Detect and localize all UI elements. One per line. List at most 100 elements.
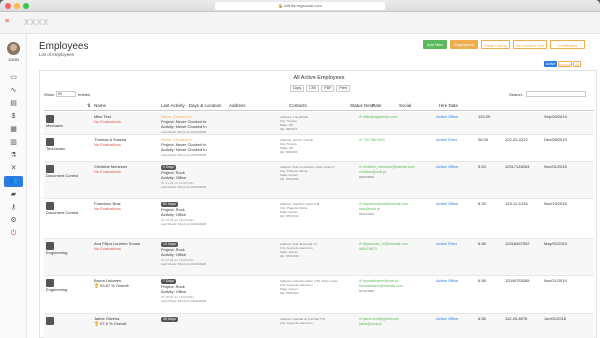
status-desc: Active Field xyxy=(436,241,457,246)
filter-inactive-toggle[interactable]: Inactive xyxy=(558,61,572,67)
status-desc: Active Office xyxy=(436,164,459,169)
browser-titlebar: 🔒 infinity.hsgsocial.com xyxy=(0,0,600,12)
last-check: Last Check: 09-14 am 01/22/2020 xyxy=(161,153,207,157)
table-row[interactable]: Mechanic Mike Test No Evaluations Never Clo… xyxy=(44,112,594,135)
hire-date: Nov/01/2018 xyxy=(544,164,567,169)
show-label: Show xyxy=(44,91,55,97)
last-check: Last Check: 09-14 am 01/22/2020 xyxy=(161,299,207,303)
hamburger-menu-icon[interactable]: ≡ xyxy=(5,18,12,25)
chart-icon[interactable]: ∿ xyxy=(7,85,20,96)
sidebar: JOHN ▭ ∿ ▤ $ ▦ ▥ ⚗ ✕ 👥 ▰ ⚷ ⚙ ⏻ xyxy=(0,34,27,338)
column-header-8[interactable]: Hire Date xyxy=(439,103,458,108)
maximize-window-button[interactable] xyxy=(23,3,29,9)
settings-icon[interactable]: ⚙ xyxy=(7,215,20,226)
evaluations-status: No Evaluations xyxy=(94,142,121,147)
days-badge: 38 Days xyxy=(161,316,178,322)
employee-photo xyxy=(46,279,54,287)
rate-value: 120.00 xyxy=(478,114,491,119)
employee-role: Document Control xyxy=(46,210,79,215)
contact-phone: 966078890 xyxy=(359,175,375,179)
page-size-control: Show 50 entries xyxy=(44,91,90,97)
page-size-select[interactable]: 50 xyxy=(56,91,77,97)
employee-role: Engineering xyxy=(46,287,68,292)
hire-date: Nov/19/2018 xyxy=(544,201,567,206)
app-logo: XXXX xyxy=(24,18,50,27)
address-line: Zip: 9760-544 xyxy=(280,214,299,218)
no-contact-button[interactable]: No Contact Sch xyxy=(513,40,547,49)
column-header-5[interactable]: Status Desc xyxy=(350,103,374,108)
contact-secondary[interactable]: jaime@rock.pt xyxy=(359,321,381,327)
tools-icon[interactable]: ✕ xyxy=(7,163,20,174)
employees-icon[interactable]: 👥 xyxy=(4,176,23,187)
evaluation-score: 🏆 97.5 % Overall xyxy=(94,321,127,326)
address-bar[interactable]: 🔒 infinity.hsgsocial.com xyxy=(215,2,385,10)
export-copy-button[interactable]: Copy xyxy=(290,85,305,92)
social-value: 12017145264 xyxy=(505,164,530,169)
address-line: Zip: 9700-000 xyxy=(280,254,299,258)
user-name: JOHN xyxy=(8,57,19,62)
email-listing-button[interactable]: Email Listing xyxy=(481,40,510,49)
address-line: City: Angra do Heroísmo xyxy=(280,321,313,325)
contact-primary[interactable]: ✉ mike@coppersys.com xyxy=(359,114,397,120)
folder-icon[interactable]: ▰ xyxy=(7,189,20,200)
evaluation-score: 🏆 93.67 % Overall xyxy=(94,283,129,288)
status-desc: Active Field xyxy=(436,137,457,142)
table-row[interactable]: Engineering Bruna Linhares 🏆 93.67 % Overa… xyxy=(44,276,594,314)
days-badge-label: 38 Days xyxy=(161,317,178,322)
document-icon[interactable]: ▤ xyxy=(7,98,20,109)
export-pdf-button[interactable]: PDF xyxy=(321,85,335,92)
status-desc: Active Office xyxy=(436,114,459,119)
calendar-icon[interactable]: ▦ xyxy=(7,124,20,135)
rate-value: 6.56 xyxy=(478,278,486,283)
address-line: Zip: M8V2X7 xyxy=(280,127,298,131)
column-header-6[interactable]: Rate xyxy=(372,103,382,108)
rate-value: 26.00 xyxy=(478,137,489,142)
rate-value: 5.53 xyxy=(478,164,486,169)
browser-window: 🔒 infinity.hsgsocial.com ≡ XXXX JOHN ▭ ∿… xyxy=(0,0,600,338)
table-header: ⇅ Name Last Activity - Days & Location Addr… xyxy=(44,101,594,111)
hire-date: Dec/08/2019 xyxy=(544,137,567,142)
user-avatar[interactable] xyxy=(7,42,20,55)
page-subtitle: List of employees xyxy=(39,52,75,57)
column-header-3[interactable]: Address xyxy=(229,103,246,108)
employee-role: Engineering xyxy=(46,250,68,255)
table-row[interactable]: Document Control Francisco Braz No Evaluat… xyxy=(44,199,594,239)
evaluations-status: No Evaluations xyxy=(94,206,121,211)
status-desc: Active Office xyxy=(436,316,459,321)
export-csv-button[interactable]: CSV xyxy=(306,85,320,92)
table-row[interactable]: Engineering Ana Filipa Loureiro Sousa No E… xyxy=(44,239,594,276)
dollar-icon[interactable]: $ xyxy=(7,111,20,122)
employee-photo xyxy=(46,165,54,173)
filter-active-toggle[interactable]: Active xyxy=(544,61,557,67)
filter-all-toggle[interactable]: All xyxy=(573,61,581,67)
column-header-0[interactable]: ⇅ xyxy=(87,103,91,109)
employees-panel: All Active Employees Copy CSV PDF Print Sho… xyxy=(39,70,597,338)
address-line: Zip: 9700-302 xyxy=(280,291,299,295)
employee-role: Mechanic xyxy=(46,123,64,128)
search-input[interactable] xyxy=(525,91,586,97)
clipboard-icon[interactable]: ▥ xyxy=(7,137,20,148)
contact-primary[interactable]: ✉ 730-786-0000 xyxy=(359,137,385,143)
column-header-7[interactable]: Social xyxy=(399,103,411,108)
employee-role: Technician xyxy=(46,146,65,151)
table-row[interactable]: Document Control Christine Menezes No Eval… xyxy=(44,162,594,199)
column-header-1[interactable]: Name xyxy=(94,103,106,108)
employee-photo xyxy=(46,138,54,146)
power-icon[interactable]: ⏻ xyxy=(7,228,20,239)
monitor-icon[interactable]: ▭ xyxy=(7,72,20,83)
table-row[interactable]: Technician Thomas A Suszka No Evaluations N… xyxy=(44,135,594,162)
evaluations-status: No Evaluations xyxy=(94,169,121,174)
table-row[interactable]: Jaime Oliveira 🏆 97.5 % Overall 38 Days Add… xyxy=(44,314,594,338)
add-new-button[interactable]: Add New xyxy=(423,40,447,49)
minimize-window-button[interactable] xyxy=(14,3,20,9)
certificates-button[interactable]: Certificates xyxy=(550,40,585,49)
flask-icon[interactable]: ⚗ xyxy=(7,150,20,161)
close-window-button[interactable] xyxy=(5,3,11,9)
employee-photo xyxy=(46,242,54,250)
key-icon[interactable]: ⚷ xyxy=(7,202,20,213)
employees-button[interactable]: Employees xyxy=(450,40,478,49)
column-header-4[interactable]: Contacts xyxy=(289,103,307,108)
contact-secondary[interactable]: 962479670 xyxy=(359,246,377,252)
export-print-button[interactable]: Print xyxy=(336,85,350,92)
column-header-2[interactable]: Last Activity - Days & Location xyxy=(161,103,222,108)
